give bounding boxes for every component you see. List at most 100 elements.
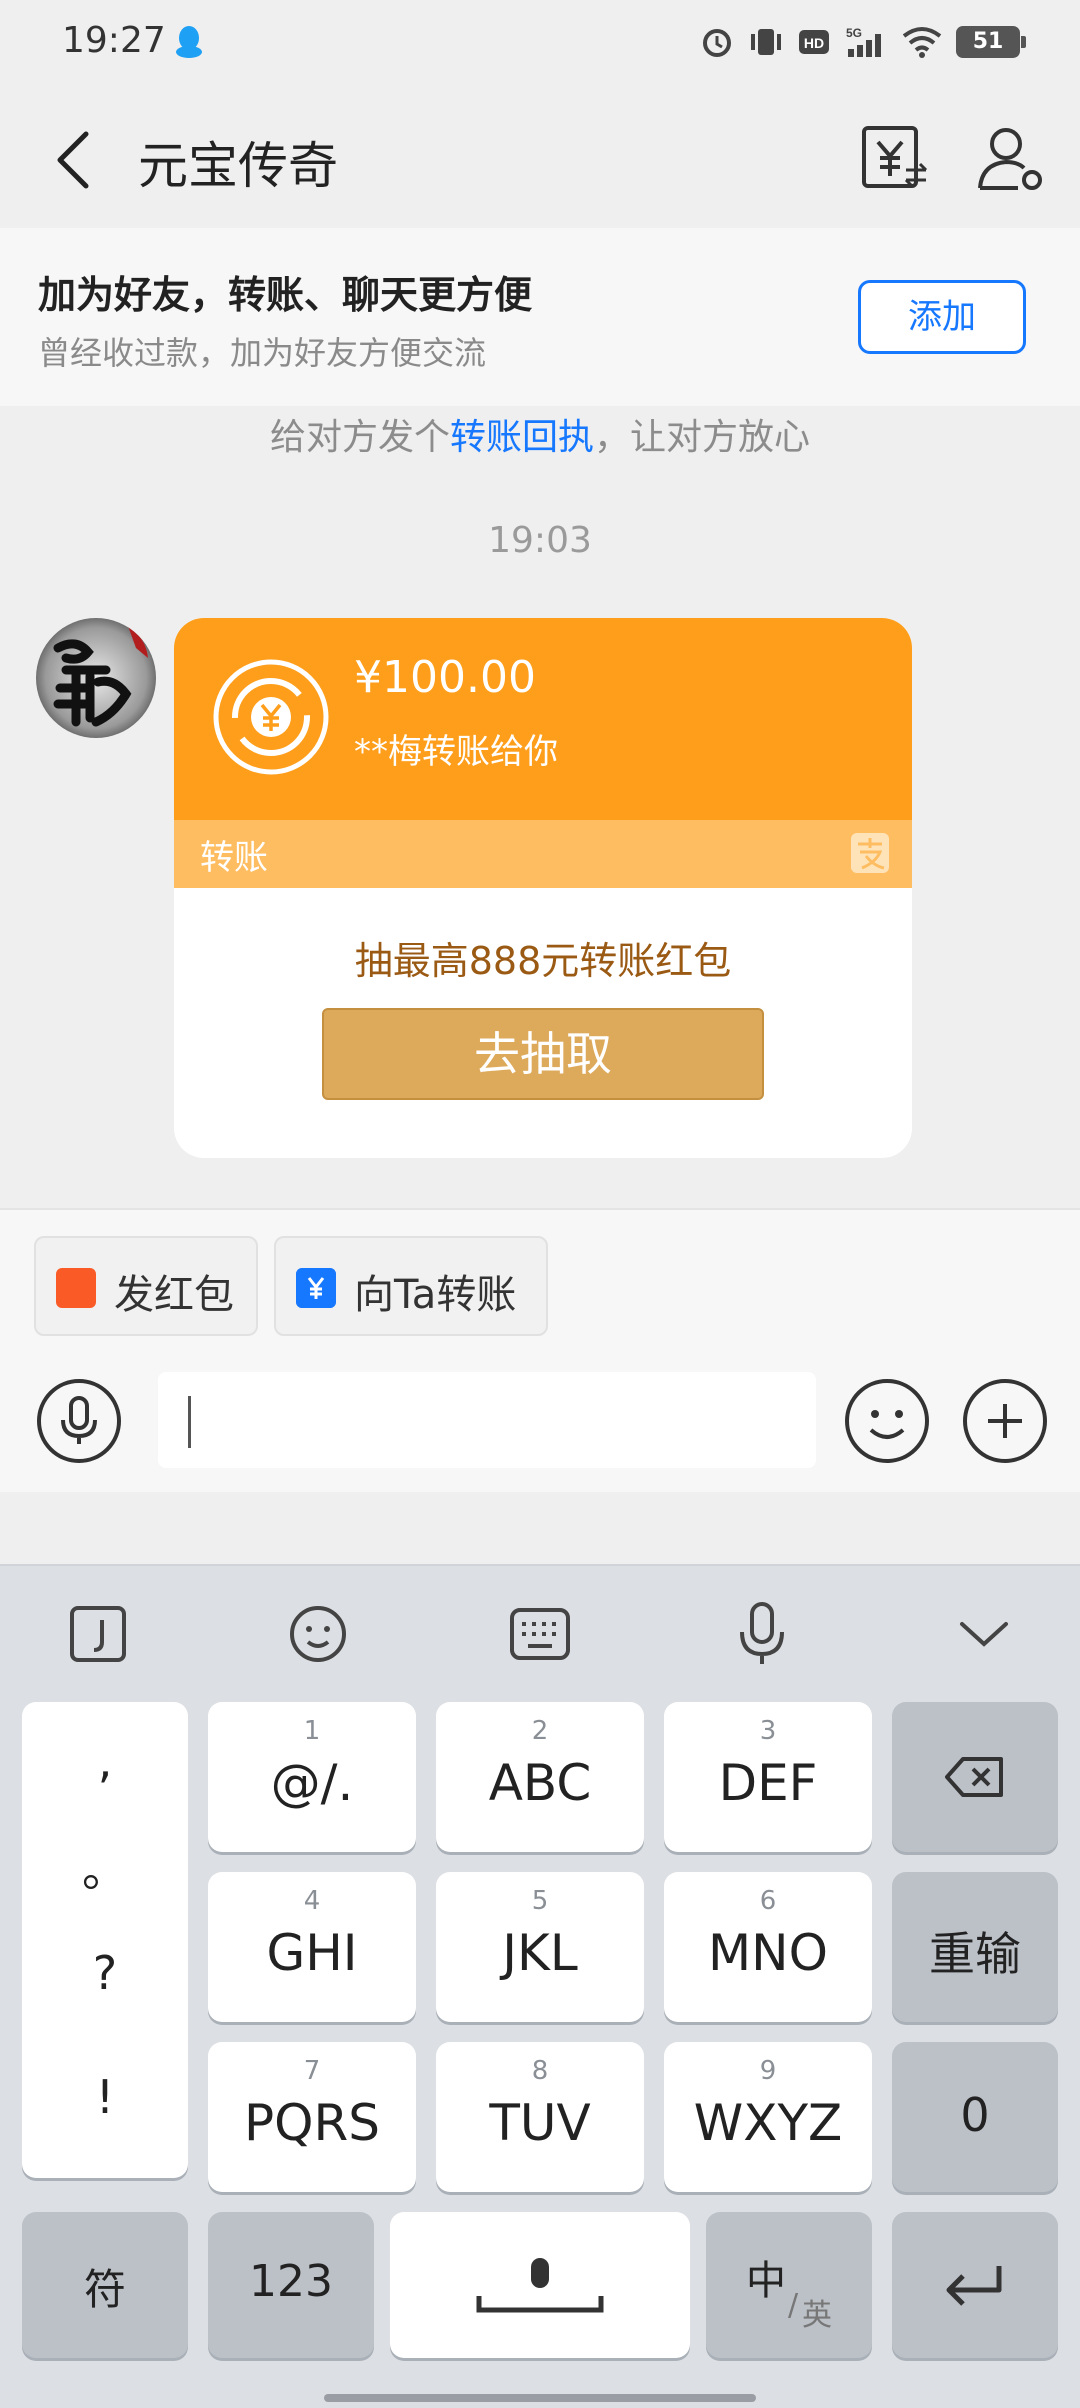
draw-red-packet-button[interactable]: 去抽取: [322, 1008, 764, 1100]
signal-5g-icon: 5G: [846, 26, 881, 57]
key-1-letters: @/.: [270, 1754, 354, 1812]
numbers-key[interactable]: 123: [208, 2212, 374, 2358]
space-key[interactable]: [390, 2212, 690, 2358]
enter-key[interactable]: [892, 2212, 1058, 2358]
banner-subtitle: 曾经收过款，加为好友方便交流: [38, 334, 487, 372]
lang-en-label: 英: [802, 2298, 832, 2333]
nav-bar: 元宝传奇: [0, 84, 1080, 228]
key-2[interactable]: 2 ABC: [436, 1702, 644, 1852]
keyboard-clipboard-icon[interactable]: [60, 1596, 136, 1672]
key-8-letters: TUV: [489, 2094, 591, 2152]
avatar[interactable]: [36, 618, 156, 738]
key-7-letters: PQRS: [244, 2094, 380, 2152]
transfer-to-ta-label: 向Ta转账: [354, 1272, 517, 1318]
key-3[interactable]: 3 DEF: [664, 1702, 872, 1852]
status-bar: 19:27 HD 5G 51: [0, 0, 1080, 84]
key-1-num: 1: [303, 1716, 321, 1746]
keyboard-emoji-icon[interactable]: [280, 1596, 356, 1672]
key-6[interactable]: 6 MNO: [664, 1872, 872, 2022]
receipt-tip: 给对方发个转账回执，让对方放心: [0, 408, 1080, 460]
numbers-label: 123: [249, 2256, 333, 2307]
lang-cn-label: 中: [746, 2258, 786, 2304]
message-timestamp: 19:03: [488, 520, 592, 561]
yuan-transfer-icon: [213, 659, 329, 775]
punctuation-column[interactable]: , 。 ? !: [22, 1702, 188, 2178]
key-6-letters: MNO: [708, 1924, 828, 1982]
transfer-card[interactable]: ¥100.00 **梅转账给你 转账 抽最高888元转账红包 去抽取: [174, 618, 912, 1158]
promo-text: 抽最高888元转账红包: [354, 939, 732, 983]
keyboard-layout-icon[interactable]: [502, 1596, 578, 1672]
back-button[interactable]: [40, 120, 110, 200]
key-9-letters: WXYZ: [693, 2094, 843, 2152]
collapse-keyboard-icon[interactable]: [946, 1596, 1022, 1672]
transfer-card-band: 转账: [174, 820, 912, 888]
key-4-num: 4: [303, 1886, 321, 1916]
receipt-link[interactable]: 转账回执: [450, 417, 594, 458]
key-3-letters: DEF: [718, 1754, 818, 1812]
text-cursor: [188, 1396, 191, 1448]
punct-comma[interactable]: ,: [22, 1734, 188, 1788]
battery-icon: 51: [956, 26, 1026, 58]
enter-icon: [946, 2266, 1002, 2306]
banner-title: 加为好友，转账、聊天更方便: [38, 273, 533, 317]
vibrate-icon: [751, 29, 781, 55]
home-indicator[interactable]: [324, 2394, 756, 2402]
key-9[interactable]: 9 WXYZ: [664, 2042, 872, 2192]
key-7-num: 7: [303, 2056, 321, 2086]
space-mic-icon: [476, 2258, 604, 2313]
transfer-card-header: ¥100.00 **梅转账给你: [174, 618, 912, 820]
transfer-description: **梅转账给你: [354, 732, 558, 772]
key-9-num: 9: [759, 2056, 777, 2086]
key-2-letters: ABC: [488, 1754, 592, 1812]
punct-period[interactable]: 。: [22, 1834, 188, 1900]
key-6-num: 6: [759, 1886, 777, 1916]
receipt-tip-prefix: 给对方发个: [269, 417, 450, 458]
voice-input-button[interactable]: [36, 1378, 122, 1464]
transfer-amount: ¥100.00: [354, 652, 536, 703]
backspace-key[interactable]: [892, 1702, 1058, 1852]
punct-exclaim[interactable]: !: [22, 2070, 188, 2124]
punct-question[interactable]: ?: [22, 1946, 188, 2000]
more-actions-button[interactable]: [962, 1378, 1048, 1464]
status-icons: HD 5G 51: [700, 22, 1026, 62]
key-7[interactable]: 7 PQRS: [208, 2042, 416, 2192]
chat-title: 元宝传奇: [138, 137, 338, 195]
key-4-letters: GHI: [266, 1924, 358, 1982]
hd-icon: HD: [799, 30, 829, 54]
transfer-record-button[interactable]: [856, 120, 932, 196]
lang-separator: /: [788, 2288, 799, 2323]
add-friend-banner: 加为好友，转账、聊天更方便 曾经收过款，加为好友方便交流 添加: [0, 228, 1080, 406]
key-0[interactable]: 0: [892, 2042, 1058, 2192]
symbols-key[interactable]: 符: [22, 2212, 188, 2358]
reinput-key[interactable]: 重输: [892, 1872, 1058, 2022]
keyboard: , 。 ? ! 1 @/. 2 ABC 3 DEF 4 GHI 5 JKL 6 …: [0, 1564, 1080, 2408]
reinput-label: 重输: [929, 1927, 1021, 1981]
key-0-label: 0: [960, 2088, 990, 2142]
key-4[interactable]: 4 GHI: [208, 1872, 416, 2022]
transfer-card-type: 转账: [200, 838, 268, 878]
profile-settings-button[interactable]: [972, 120, 1048, 196]
red-packet-icon: [56, 1268, 96, 1308]
keyboard-voice-icon[interactable]: [724, 1596, 800, 1672]
language-switch-key[interactable]: 中 / 英: [706, 2212, 872, 2358]
svg-text:5G: 5G: [846, 26, 862, 40]
send-red-packet-button[interactable]: 发红包: [34, 1236, 258, 1336]
emoji-button[interactable]: [844, 1378, 930, 1464]
receipt-tip-suffix: ，让对方放心: [594, 417, 811, 458]
key-5-letters: JKL: [502, 1924, 578, 1982]
alipay-icon: [851, 833, 889, 873]
key-2-num: 2: [531, 1716, 549, 1746]
message-input[interactable]: [158, 1372, 816, 1468]
transfer-to-ta-button[interactable]: 向Ta转账: [274, 1236, 548, 1336]
backspace-icon: [945, 1757, 1003, 1797]
key-1[interactable]: 1 @/.: [208, 1702, 416, 1852]
svg-text:HD: HD: [804, 35, 824, 51]
key-8[interactable]: 8 TUV: [436, 2042, 644, 2192]
key-8-num: 8: [531, 2056, 549, 2086]
add-friend-button[interactable]: 添加: [858, 280, 1026, 354]
transfer-icon: [296, 1268, 336, 1308]
key-5[interactable]: 5 JKL: [436, 1872, 644, 2022]
qq-notification-icon: [176, 26, 202, 58]
input-area: 发红包 向Ta转账: [0, 1208, 1080, 1492]
battery-level: 51: [972, 29, 1004, 54]
